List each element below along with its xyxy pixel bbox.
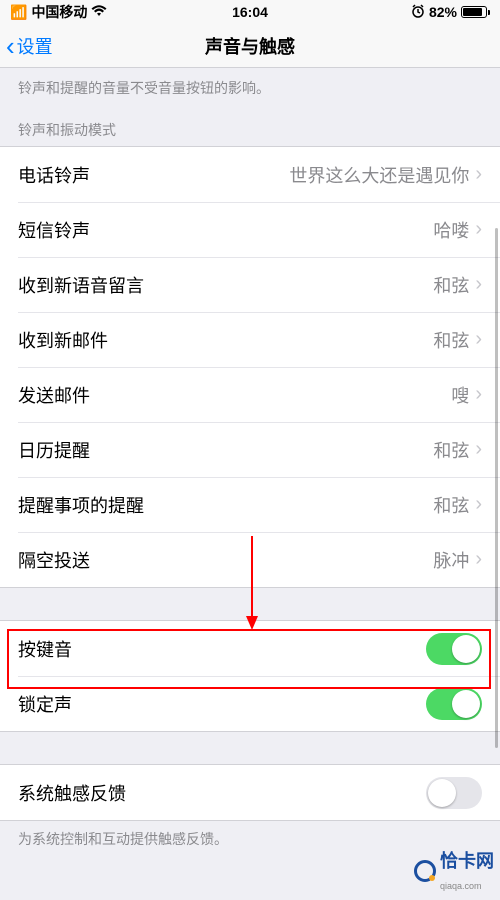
signal-icon: 📶 [10,4,27,21]
chevron-right-icon: › [475,328,482,351]
row-value: 哈喽 [433,217,469,243]
row-label: 按键音 [18,636,72,662]
row-label: 电话铃声 [18,162,90,188]
chevron-right-icon: › [475,218,482,241]
watermark-icon [414,860,436,882]
row-label: 短信铃声 [18,217,90,243]
row-text-tone[interactable]: 短信铃声 哈喽 › [0,202,500,257]
chevron-right-icon: › [475,273,482,296]
row-label: 锁定声 [18,691,72,717]
chevron-left-icon: ‹ [6,33,15,59]
back-label: 设置 [17,33,53,59]
battery-percent: 82% [429,4,457,20]
status-left: 📶 中国移动 [10,2,107,22]
chevron-right-icon: › [475,548,482,571]
row-label: 提醒事项的提醒 [18,492,144,518]
row-label: 发送邮件 [18,382,90,408]
chevron-right-icon: › [475,383,482,406]
status-right: 82% [411,4,490,21]
row-calendar-alert[interactable]: 日历提醒 和弦 › [0,422,500,477]
content: 铃声和提醒的音量不受音量按钮的影响。 铃声和振动模式 电话铃声 世界这么大还是遇… [0,68,500,857]
row-reminder-alert[interactable]: 提醒事项的提醒 和弦 › [0,477,500,532]
watermark: 恰卡网 qiaqa.com [414,847,494,894]
row-value: 世界这么大还是遇见你 [289,162,469,188]
volume-note: 铃声和提醒的音量不受音量按钮的影响。 [0,68,500,112]
back-button[interactable]: ‹ 设置 [0,33,53,59]
battery-icon [461,6,490,18]
row-airdrop[interactable]: 隔空投送 脉冲 › [0,532,500,587]
nav-bar: ‹ 设置 声音与触感 [0,24,500,68]
keyboard-clicks-toggle[interactable] [426,633,482,665]
row-value: 嗖 [451,382,469,408]
row-sent-mail[interactable]: 发送邮件 嗖 › [0,367,500,422]
row-value: 和弦 [433,327,469,353]
chevron-right-icon: › [475,163,482,186]
row-voicemail[interactable]: 收到新语音留言 和弦 › [0,257,500,312]
chevron-right-icon: › [475,493,482,516]
page-title: 声音与触感 [205,33,295,59]
status-time: 16:04 [232,4,268,20]
row-value: 和弦 [433,437,469,463]
row-value: 脉冲 [433,547,469,573]
wifi-icon [91,4,107,20]
row-phone-ringtone[interactable]: 电话铃声 世界这么大还是遇见你 › [0,147,500,202]
system-haptics-toggle[interactable] [426,777,482,809]
row-label: 日历提醒 [18,437,90,463]
row-keyboard-clicks: 按键音 [0,621,500,676]
status-bar: 📶 中国移动 16:04 82% [0,0,500,24]
row-label: 收到新语音留言 [18,272,144,298]
haptics-group: 系统触感反馈 [0,764,500,821]
scrollbar[interactable] [495,228,498,748]
row-label: 收到新邮件 [18,327,108,353]
carrier-label: 中国移动 [31,2,87,22]
row-new-mail[interactable]: 收到新邮件 和弦 › [0,312,500,367]
watermark-text: 恰卡网 [440,851,494,871]
chevron-right-icon: › [475,438,482,461]
alarm-icon [411,4,425,21]
row-value: 和弦 [433,492,469,518]
section-header-ringtone: 铃声和振动模式 [0,112,500,146]
sounds-switch-group: 按键音 锁定声 [0,620,500,732]
row-value: 和弦 [433,272,469,298]
row-lock-sound: 锁定声 [0,676,500,731]
watermark-sub: qiaqa.com [440,881,482,891]
row-label: 系统触感反馈 [18,780,126,806]
row-label: 隔空投送 [18,547,90,573]
row-system-haptics: 系统触感反馈 [0,765,500,820]
lock-sound-toggle[interactable] [426,688,482,720]
ringtone-group: 电话铃声 世界这么大还是遇见你 › 短信铃声 哈喽 › 收到新语音留言 和弦 ›… [0,146,500,588]
